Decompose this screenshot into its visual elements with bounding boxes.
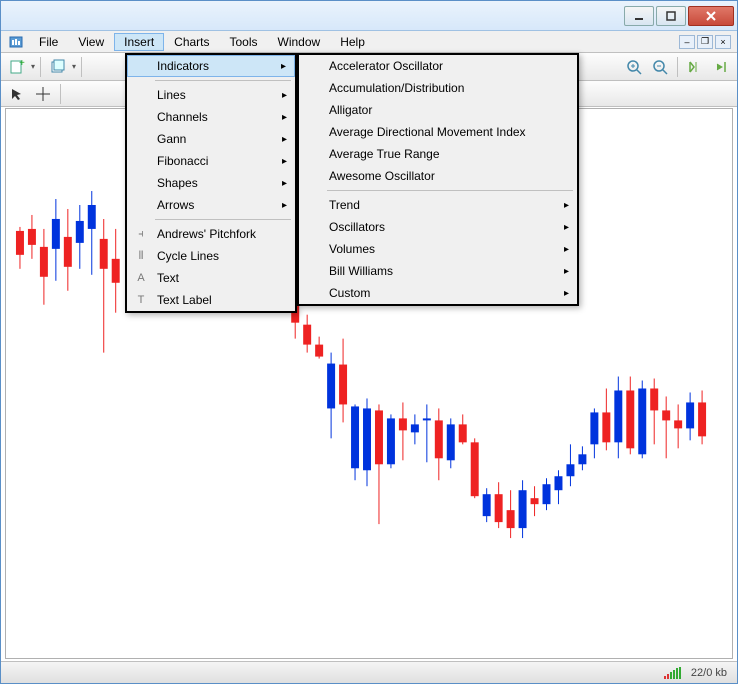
indicator-custom[interactable]: Custom (299, 282, 577, 304)
menu-channels[interactable]: Channels (127, 106, 295, 128)
indicator-adx[interactable]: Average Directional Movement Index (299, 121, 577, 143)
mdi-restore-button[interactable]: ❐ (697, 35, 713, 49)
indicator-volumes[interactable]: Volumes (299, 238, 577, 260)
indicator-atr[interactable]: Average True Range (299, 143, 577, 165)
text-label-icon: T (133, 292, 149, 308)
minimize-button[interactable] (624, 6, 654, 26)
crosshair-button[interactable] (31, 83, 55, 105)
menu-file[interactable]: File (29, 33, 68, 51)
statusbar: 22/0 kb (1, 661, 737, 683)
zoom-in-button[interactable] (622, 56, 646, 78)
app-icon (7, 33, 25, 51)
menu-window[interactable]: Window (268, 33, 331, 51)
auto-scroll-button[interactable] (709, 56, 733, 78)
connection-status: 22/0 kb (691, 667, 727, 679)
menu-insert[interactable]: Insert (114, 33, 164, 51)
insert-dropdown: Indicators Lines Channels Gann Fibonacci… (125, 53, 297, 313)
indicator-oscillators[interactable]: Oscillators (299, 216, 577, 238)
menu-fibonacci[interactable]: Fibonacci (127, 150, 295, 172)
text-icon: A (133, 270, 149, 286)
menu-view[interactable]: View (68, 33, 114, 51)
mdi-controls: ‒ ❐ × (679, 35, 735, 49)
chart-shift-button[interactable] (683, 56, 707, 78)
dropdown-arrow-icon[interactable]: ▾ (31, 62, 35, 71)
new-chart-button[interactable]: + (5, 56, 29, 78)
indicator-bill-williams[interactable]: Bill Williams (299, 260, 577, 282)
profiles-button[interactable] (46, 56, 70, 78)
cursor-button[interactable] (5, 83, 29, 105)
menu-andrews-pitchfork[interactable]: ⫞Andrews' Pitchfork (127, 223, 295, 245)
cycle-lines-icon: ⦀ (133, 248, 149, 264)
menu-text[interactable]: AText (127, 267, 295, 289)
indicator-alligator[interactable]: Alligator (299, 99, 577, 121)
menu-cycle-lines[interactable]: ⦀Cycle Lines (127, 245, 295, 267)
mdi-close-button[interactable]: × (715, 35, 731, 49)
titlebar (1, 1, 737, 31)
indicator-accelerator[interactable]: Accelerator Oscillator (299, 55, 577, 77)
menu-indicators[interactable]: Indicators (127, 55, 295, 77)
zoom-out-button[interactable] (648, 56, 672, 78)
indicator-awesome[interactable]: Awesome Oscillator (299, 165, 577, 187)
maximize-button[interactable] (656, 6, 686, 26)
menu-help[interactable]: Help (330, 33, 375, 51)
menu-text-label[interactable]: TText Label (127, 289, 295, 311)
dropdown-arrow-icon[interactable]: ▾ (72, 62, 76, 71)
indicators-dropdown: Accelerator Oscillator Accumulation/Dist… (297, 53, 579, 306)
menu-shapes[interactable]: Shapes (127, 172, 295, 194)
menu-gann[interactable]: Gann (127, 128, 295, 150)
menu-charts[interactable]: Charts (164, 33, 219, 51)
menu-arrows[interactable]: Arrows (127, 194, 295, 216)
menubar: File View Insert Charts Tools Window Hel… (1, 31, 737, 53)
menu-tools[interactable]: Tools (220, 33, 268, 51)
pitchfork-icon: ⫞ (133, 226, 149, 242)
menu-lines[interactable]: Lines (127, 84, 295, 106)
mdi-minimize-button[interactable]: ‒ (679, 35, 695, 49)
app-window: File View Insert Charts Tools Window Hel… (0, 0, 738, 684)
indicator-accumulation[interactable]: Accumulation/Distribution (299, 77, 577, 99)
close-button[interactable] (688, 6, 734, 26)
indicator-trend[interactable]: Trend (299, 194, 577, 216)
connection-bars-icon (664, 667, 681, 679)
svg-text:+: + (19, 59, 25, 69)
